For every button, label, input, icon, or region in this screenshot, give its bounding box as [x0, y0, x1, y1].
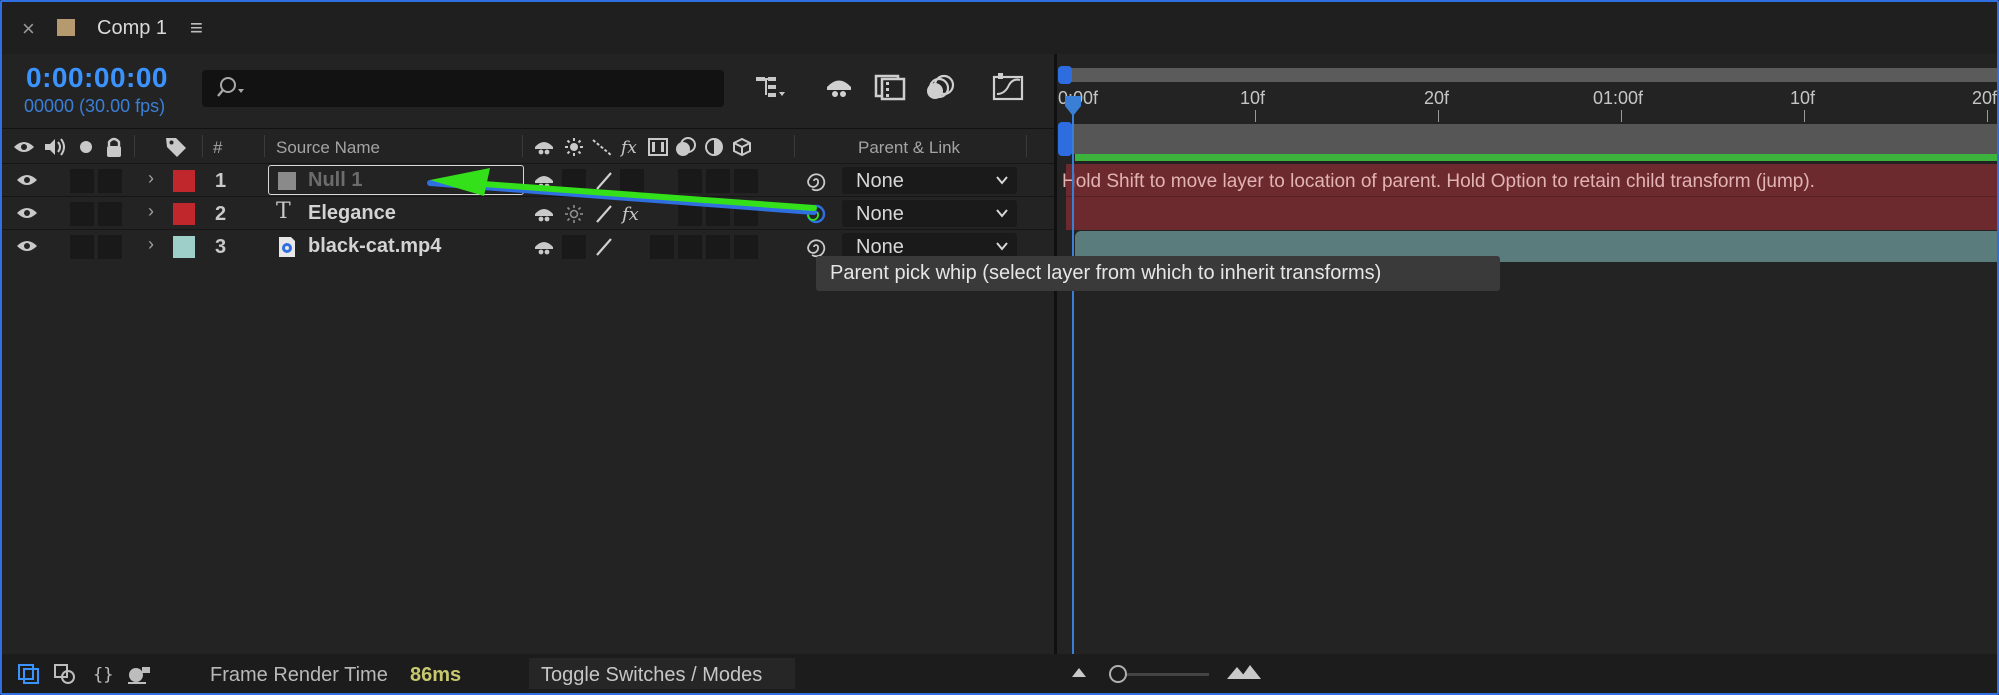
current-time-indicator[interactable] [1072, 100, 1074, 655]
toggle-switches-modes-button[interactable]: Toggle Switches / Modes [529, 658, 795, 689]
render-cache-bar [1075, 154, 1997, 161]
layer-switches-pane-icon[interactable] [16, 662, 42, 686]
playhead-icon[interactable] [1063, 94, 1083, 118]
ruler-label: 20f [1424, 88, 1450, 108]
ruler-tick [1255, 110, 1256, 122]
tooltip-text: Parent pick whip (select layer from whic… [830, 262, 1382, 284]
ruler-tick [1621, 110, 1622, 122]
work-area-start-handle[interactable] [1058, 122, 1072, 156]
zoom-slider-knob[interactable] [1109, 665, 1127, 683]
toggle-switches-label: Toggle Switches / Modes [541, 664, 763, 686]
timeline-footer: {} Frame Render Time 86ms Toggle Switche… [2, 654, 1997, 693]
layer-bar-divider [1066, 196, 1997, 197]
in-out-duration-pane-icon[interactable]: {} [90, 662, 116, 686]
time-navigator-start-handle[interactable] [1058, 66, 1072, 84]
ruler-tick [1987, 110, 1988, 122]
ruler-label: 01:00f [1593, 88, 1644, 108]
frame-render-time-value: 86ms [410, 664, 462, 686]
ruler-label: 10f [1240, 88, 1266, 108]
time-navigator-bar[interactable] [1062, 68, 1997, 82]
zoom-in-icon[interactable] [1226, 664, 1262, 680]
frame-render-time-label: Frame Render Time [210, 664, 388, 686]
zoom-out-icon[interactable] [1070, 666, 1088, 678]
work-area-bar[interactable] [1062, 124, 1997, 154]
parent-hint-text: Hold Shift to move layer to location of … [1062, 171, 1815, 192]
svg-text:{}: {} [93, 665, 113, 685]
ruler-label: 20f [1972, 88, 1998, 108]
ruler-label: 10f [1790, 88, 1816, 108]
ruler-tick [1438, 110, 1439, 122]
transfer-controls-pane-icon[interactable] [52, 662, 78, 686]
pick-whip-tooltip: Parent pick whip (select layer from whic… [816, 256, 1500, 291]
render-time-pane-icon[interactable] [126, 662, 152, 686]
ruler-tick [1804, 110, 1805, 122]
